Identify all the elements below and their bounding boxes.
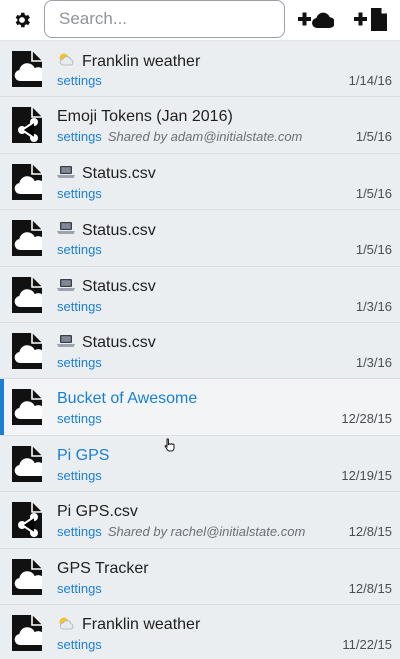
- settings-link[interactable]: settings: [57, 129, 102, 144]
- laptop-icon: [57, 334, 75, 347]
- item-date: 1/5/16: [355, 185, 392, 201]
- item-meta: settings Shared by adam@initialstate.com: [57, 129, 302, 144]
- plus-file-icon[interactable]: [354, 7, 388, 31]
- settings-link[interactable]: settings: [57, 637, 102, 652]
- list-item[interactable]: GPS Tracker settings 12/8/15: [0, 548, 400, 605]
- item-date: 11/22/15: [342, 636, 392, 652]
- cloud-file-icon: [12, 558, 42, 595]
- sun-cloud-icon: [57, 52, 82, 71]
- settings-link[interactable]: settings: [57, 411, 102, 426]
- item-date: 1/3/16: [355, 298, 392, 314]
- share-file-icon: [12, 502, 42, 539]
- mouse-cursor-icon: [164, 438, 175, 452]
- toolbar: [0, 0, 400, 41]
- settings-link[interactable]: settings: [57, 299, 102, 314]
- laptop-icon: [57, 334, 82, 353]
- cloud-file-icon: [12, 276, 42, 313]
- cloud-file-icon: [12, 332, 42, 369]
- cloud-file-icon: [12, 220, 42, 257]
- item-title-line: Status.csv: [57, 165, 156, 184]
- laptop-icon: [57, 165, 82, 184]
- laptop-icon: [57, 221, 82, 240]
- list-item[interactable]: Emoji Tokens (Jan 2016) settings Shared b…: [0, 97, 400, 154]
- laptop-icon: [57, 278, 75, 291]
- shared-by-label: Shared by adam@initialstate.com: [107, 129, 303, 145]
- list-item[interactable]: Franklin weather settings 11/22/15: [0, 604, 400, 659]
- item-title-line: Status.csv: [57, 278, 156, 297]
- shared-by-label: Shared by rachel@initialstate.com: [107, 524, 306, 540]
- item-title[interactable]: Bucket of Awesome: [57, 390, 197, 408]
- list-item[interactable]: Status.csv settings 1/5/16: [0, 210, 400, 267]
- sun-cloud-icon: [59, 53, 74, 66]
- cloud-file-icon: [12, 163, 42, 200]
- cloud-file-icon: [12, 389, 42, 426]
- item-date: 1/5/16: [355, 129, 392, 145]
- item-title[interactable]: Emoji Tokens (Jan 2016): [57, 108, 233, 126]
- item-title[interactable]: Franklin weather: [82, 53, 200, 71]
- item-title[interactable]: Status.csv: [82, 165, 156, 183]
- list-item[interactable]: Pi GPS settings 12/19/15: [0, 435, 400, 493]
- list-item[interactable]: Status.csv settings 1/3/16: [0, 266, 400, 323]
- item-title-line: Bucket of Awesome: [57, 390, 197, 408]
- item-date: 1/5/16: [355, 242, 392, 258]
- sun-cloud-icon: [59, 617, 74, 630]
- laptop-icon: [57, 278, 82, 297]
- item-meta: settings: [57, 411, 102, 426]
- item-date: 1/3/16: [355, 354, 392, 370]
- bucket-list: Franklin weather settings 1/14/16 Emoji …: [0, 41, 400, 659]
- item-title[interactable]: Pi GPS: [57, 447, 109, 465]
- settings-link[interactable]: settings: [57, 524, 102, 539]
- list-item[interactable]: Status.csv settings 1/3/16: [0, 322, 400, 380]
- settings-link[interactable]: settings: [57, 581, 102, 596]
- item-date: 12/8/15: [348, 580, 392, 596]
- item-title-line: GPS Tracker: [57, 560, 149, 578]
- settings-link[interactable]: settings: [57, 468, 102, 483]
- item-meta: settings: [57, 468, 102, 483]
- list-item[interactable]: Pi GPS.csv settings Shared by rachel@init…: [0, 492, 400, 549]
- cloud-file-icon: [12, 614, 42, 651]
- cloud-file-icon: [12, 51, 42, 87]
- list-item[interactable]: Status.csv settings 1/5/16: [0, 153, 400, 211]
- item-meta: settings: [57, 186, 102, 201]
- cloud-file-icon: [12, 445, 42, 482]
- item-title[interactable]: Franklin weather: [82, 616, 200, 634]
- item-meta: settings Shared by rachel@initialstate.co…: [57, 524, 305, 539]
- item-title-line: Status.csv: [57, 334, 156, 353]
- item-title[interactable]: GPS Tracker: [57, 560, 149, 578]
- settings-link[interactable]: settings: [57, 73, 102, 88]
- item-title[interactable]: Status.csv: [82, 334, 156, 352]
- item-meta: settings: [57, 73, 102, 88]
- item-meta: settings: [57, 242, 102, 257]
- sun-cloud-icon: [57, 616, 82, 635]
- list-item[interactable]: Bucket of Awesome settings 12/28/15: [0, 379, 400, 436]
- item-meta: settings: [57, 299, 102, 314]
- settings-link[interactable]: settings: [57, 186, 102, 201]
- share-file-icon: [12, 107, 42, 144]
- item-meta: settings: [57, 581, 102, 596]
- item-title-line: Status.csv: [57, 221, 156, 240]
- settings-link[interactable]: settings: [57, 242, 102, 257]
- item-date: 12/19/15: [341, 467, 392, 483]
- item-title-line: Pi GPS.csv: [57, 503, 138, 521]
- item-meta: settings: [57, 637, 102, 652]
- laptop-icon: [57, 165, 75, 178]
- item-title[interactable]: Status.csv: [82, 222, 156, 240]
- settings-link[interactable]: settings: [57, 355, 102, 370]
- item-title-line: Pi GPS: [57, 447, 109, 465]
- item-meta: settings: [57, 355, 102, 370]
- list-item[interactable]: Franklin weather settings 1/14/16: [0, 41, 400, 98]
- item-date: 1/14/16: [348, 73, 392, 88]
- item-title-line: Franklin weather: [57, 52, 200, 71]
- item-title-line: Franklin weather: [57, 616, 200, 635]
- plus-cloud-icon[interactable]: [298, 9, 334, 31]
- search-input[interactable]: [44, 0, 285, 38]
- item-date: 12/28/15: [341, 411, 392, 427]
- laptop-icon: [57, 222, 75, 235]
- gear-icon[interactable]: [12, 10, 32, 30]
- item-title-line: Emoji Tokens (Jan 2016): [57, 108, 233, 126]
- item-title[interactable]: Status.csv: [82, 278, 156, 296]
- item-title[interactable]: Pi GPS.csv: [57, 503, 138, 521]
- item-date: 12/8/15: [348, 524, 392, 540]
